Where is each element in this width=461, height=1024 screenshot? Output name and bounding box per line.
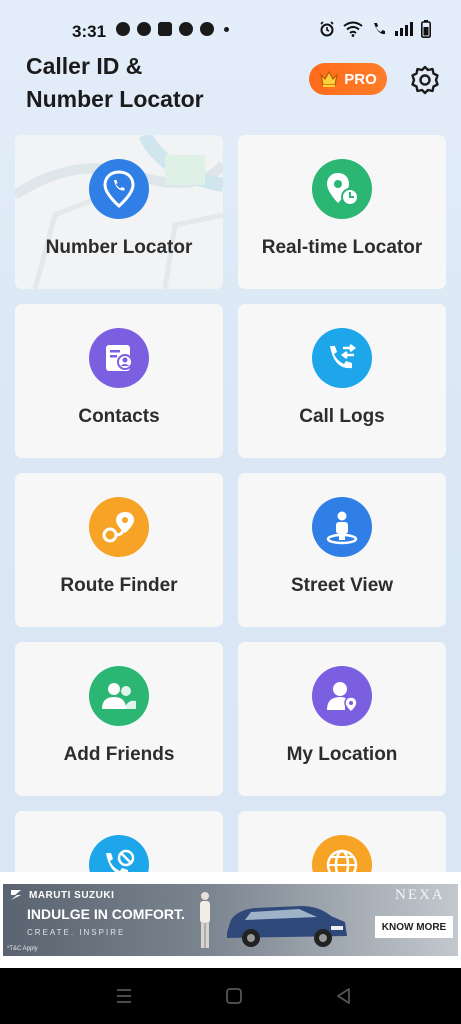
call-transfer-icon [312, 328, 372, 388]
ad-nexa-logo: NEXA [395, 887, 445, 903]
alarm-icon [320, 21, 334, 37]
feature-label: My Location [286, 744, 398, 765]
ad-banner[interactable]: MARUTI SUZUKI INDULGE IN COMFORT. CREATE… [0, 872, 461, 968]
feature-label: Real-time Locator [261, 237, 423, 258]
signal-icon [395, 22, 413, 36]
feature-label: Number Locator [45, 237, 193, 258]
street-view-icon [312, 497, 372, 557]
feature-card-street-view[interactable]: Street View [238, 473, 446, 627]
wifi-calling-icon [374, 23, 385, 35]
notification-icons [116, 22, 229, 36]
system-status-icons [319, 20, 431, 38]
app-screen: 3:31 Caller ID & Number Locator PRO Numb… [0, 0, 461, 1024]
pro-label: PRO [344, 70, 377, 88]
page-title-line2: Number Locator [26, 86, 204, 112]
ad-know-more-button[interactable]: KNOW MORE [375, 916, 453, 938]
chat-notification-icon [116, 22, 130, 36]
system-nav-bar [0, 968, 461, 1024]
home-icon[interactable] [224, 986, 244, 1006]
battery-icon [421, 20, 431, 38]
feature-card-real-time-locator[interactable]: Real-time Locator [238, 135, 446, 289]
route-icon [89, 497, 149, 557]
settings-gear-icon[interactable] [410, 65, 440, 95]
wifi-icon [343, 21, 363, 37]
ad-person-image [200, 892, 210, 948]
crown-icon [320, 70, 339, 87]
messenger-notification-icon [137, 22, 151, 36]
more-notifications-icon [224, 26, 229, 32]
facebook-notification-icon [179, 22, 193, 36]
feature-card-add-friends[interactable]: Add Friends [15, 642, 223, 796]
feature-label: Call Logs [299, 406, 385, 427]
feature-label: Contacts [78, 406, 160, 427]
app2-notification-icon [200, 22, 214, 36]
feature-card-route-finder[interactable]: Route Finder [15, 473, 223, 627]
suzuki-logo-icon [11, 890, 21, 900]
my-location-icon [312, 666, 372, 726]
ad-car-image [227, 906, 347, 947]
app-notification-icon [158, 22, 172, 36]
location-clock-icon [312, 159, 372, 219]
ad-disclaimer: *T&C Apply [7, 946, 38, 952]
contact-card-icon [89, 328, 149, 388]
feature-label: Street View [290, 575, 394, 596]
location-phone-icon [89, 159, 149, 219]
recent-apps-icon[interactable] [114, 986, 134, 1006]
ad-headline: INDULGE IN COMFORT. [27, 906, 185, 922]
status-time: 3:31 [72, 22, 107, 41]
add-friends-icon [89, 666, 149, 726]
ad-tagline: CREATE. INSPIRE [27, 928, 126, 937]
feature-label: Route Finder [60, 575, 178, 596]
ad-brand: MARUTI SUZUKI [29, 890, 115, 901]
feature-card-call-logs[interactable]: Call Logs [238, 304, 446, 458]
page-title: Caller ID & Number Locator [26, 50, 256, 116]
page-title-line1: Caller ID & [26, 53, 143, 79]
ad-creative[interactable]: MARUTI SUZUKI INDULGE IN COMFORT. CREATE… [3, 884, 458, 956]
pro-button[interactable]: PRO [309, 63, 387, 95]
back-icon[interactable] [334, 986, 354, 1006]
feature-card-number-locator[interactable]: Number Locator [15, 135, 223, 289]
feature-label: Add Friends [63, 744, 175, 765]
feature-card-contacts[interactable]: Contacts [15, 304, 223, 458]
feature-card-my-location[interactable]: My Location [238, 642, 446, 796]
